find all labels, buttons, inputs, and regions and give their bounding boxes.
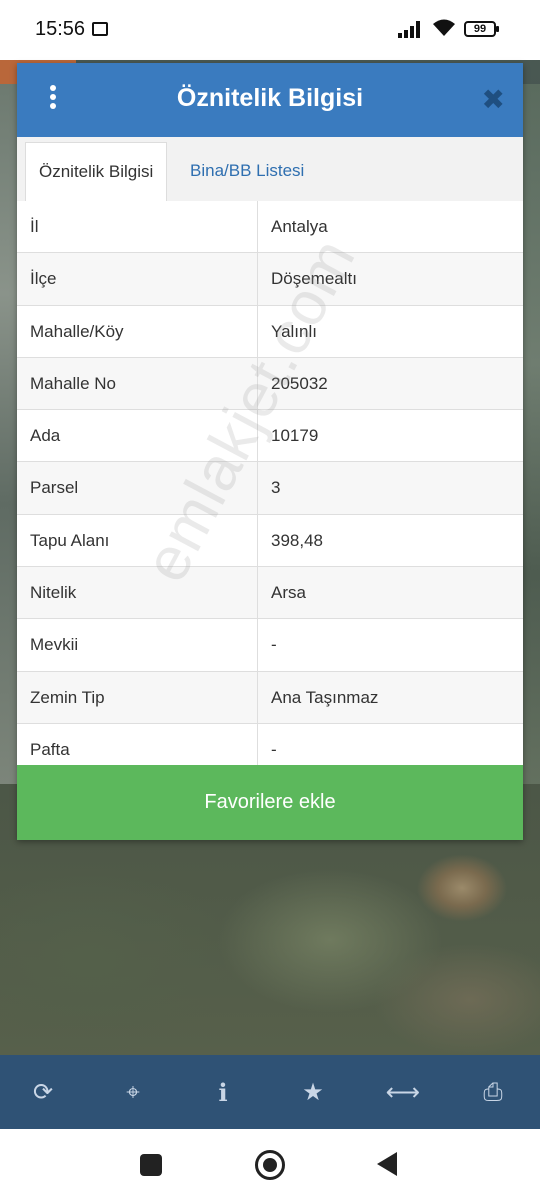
row-value: Yalınlı [271, 321, 317, 341]
recents-button[interactable] [140, 1154, 162, 1176]
system-nav-bar [0, 1129, 540, 1200]
status-bar: 15:56 99 [0, 0, 540, 60]
row-value: Arsa [271, 583, 306, 603]
bottom-toolbar: ⟳ ⌖ i ★ ⟷ ⎙ [0, 1055, 540, 1129]
row-key: Mevkii [30, 635, 79, 655]
row-value: 205032 [271, 373, 328, 393]
row-key: Zemin Tip [30, 687, 105, 707]
row-value: 10179 [271, 426, 319, 446]
tab-building-list[interactable]: Bina/BB Listesi [177, 142, 317, 201]
row-value: Antalya [271, 217, 328, 236]
table-row: Tapu Alanı 398,48 [17, 514, 523, 568]
map-feature [0, 84, 18, 784]
signal-icon [398, 20, 424, 38]
table-row: Parsel 3 [17, 462, 523, 515]
row-key: İlçe [30, 269, 57, 289]
measure-icon[interactable]: ⟷ [383, 1075, 423, 1111]
row-key: Ada [30, 426, 61, 446]
attribute-dialog: Öznitelik Bilgisi ✖ Öznitelik Bilgisi Bi… [17, 63, 523, 840]
table-row: İlçe Döşemealtı [17, 253, 523, 306]
add-to-favorites-button[interactable]: Favorilere ekle [17, 765, 523, 840]
table-row: Nitelik Arsa [17, 567, 523, 620]
wifi-icon [432, 18, 456, 43]
row-key: Mahalle/Köy [30, 321, 124, 341]
print-icon[interactable]: ⎙ [473, 1075, 513, 1111]
status-time: 15:56 [35, 18, 86, 40]
table-row: Ada 10179 [17, 410, 523, 463]
row-key: Nitelik [30, 583, 77, 603]
battery-level: 99 [473, 23, 487, 35]
image-notification-icon [92, 22, 108, 36]
tab-attributes[interactable]: Öznitelik Bilgisi [25, 142, 168, 201]
refresh-icon[interactable]: ⟳ [23, 1075, 63, 1111]
table-row: İl Antalya [17, 201, 523, 254]
crosshair-icon[interactable]: ⌖ [113, 1075, 153, 1111]
row-key: Tapu Alanı [30, 530, 110, 550]
row-key: İl [30, 217, 39, 236]
row-value: Döşemealtı [271, 269, 357, 289]
row-value: - [271, 635, 277, 655]
row-value: 3 [271, 478, 281, 498]
info-icon[interactable]: i [203, 1075, 243, 1111]
star-icon[interactable]: ★ [293, 1075, 333, 1111]
row-key: Mahalle No [30, 373, 116, 393]
battery-icon: 99 [464, 21, 499, 37]
row-value: 398,48 [271, 530, 323, 550]
row-value: Ana Taşınmaz [271, 687, 379, 707]
back-button[interactable] [377, 1152, 397, 1176]
home-button[interactable] [255, 1150, 285, 1180]
close-icon[interactable]: ✖ [482, 83, 505, 116]
map-feature [522, 84, 540, 784]
dialog-title: Öznitelik Bilgisi [176, 84, 364, 112]
table-row: Mahalle/Köy Yalınlı [17, 305, 523, 358]
table-row: Mevkii - [17, 619, 523, 672]
table-row: Zemin Tip Ana Taşınmaz [17, 671, 523, 724]
attribute-table: İl Antalya İlçe Döşemealtı Mahalle/Köy Yalı… [17, 201, 523, 777]
dialog-header: Öznitelik Bilgisi ✖ [17, 63, 523, 137]
tab-bar: Öznitelik Bilgisi Bina/BB Listesi [17, 137, 523, 202]
table-row: Mahalle No 205032 [17, 357, 523, 411]
row-key: Parsel [30, 478, 79, 498]
